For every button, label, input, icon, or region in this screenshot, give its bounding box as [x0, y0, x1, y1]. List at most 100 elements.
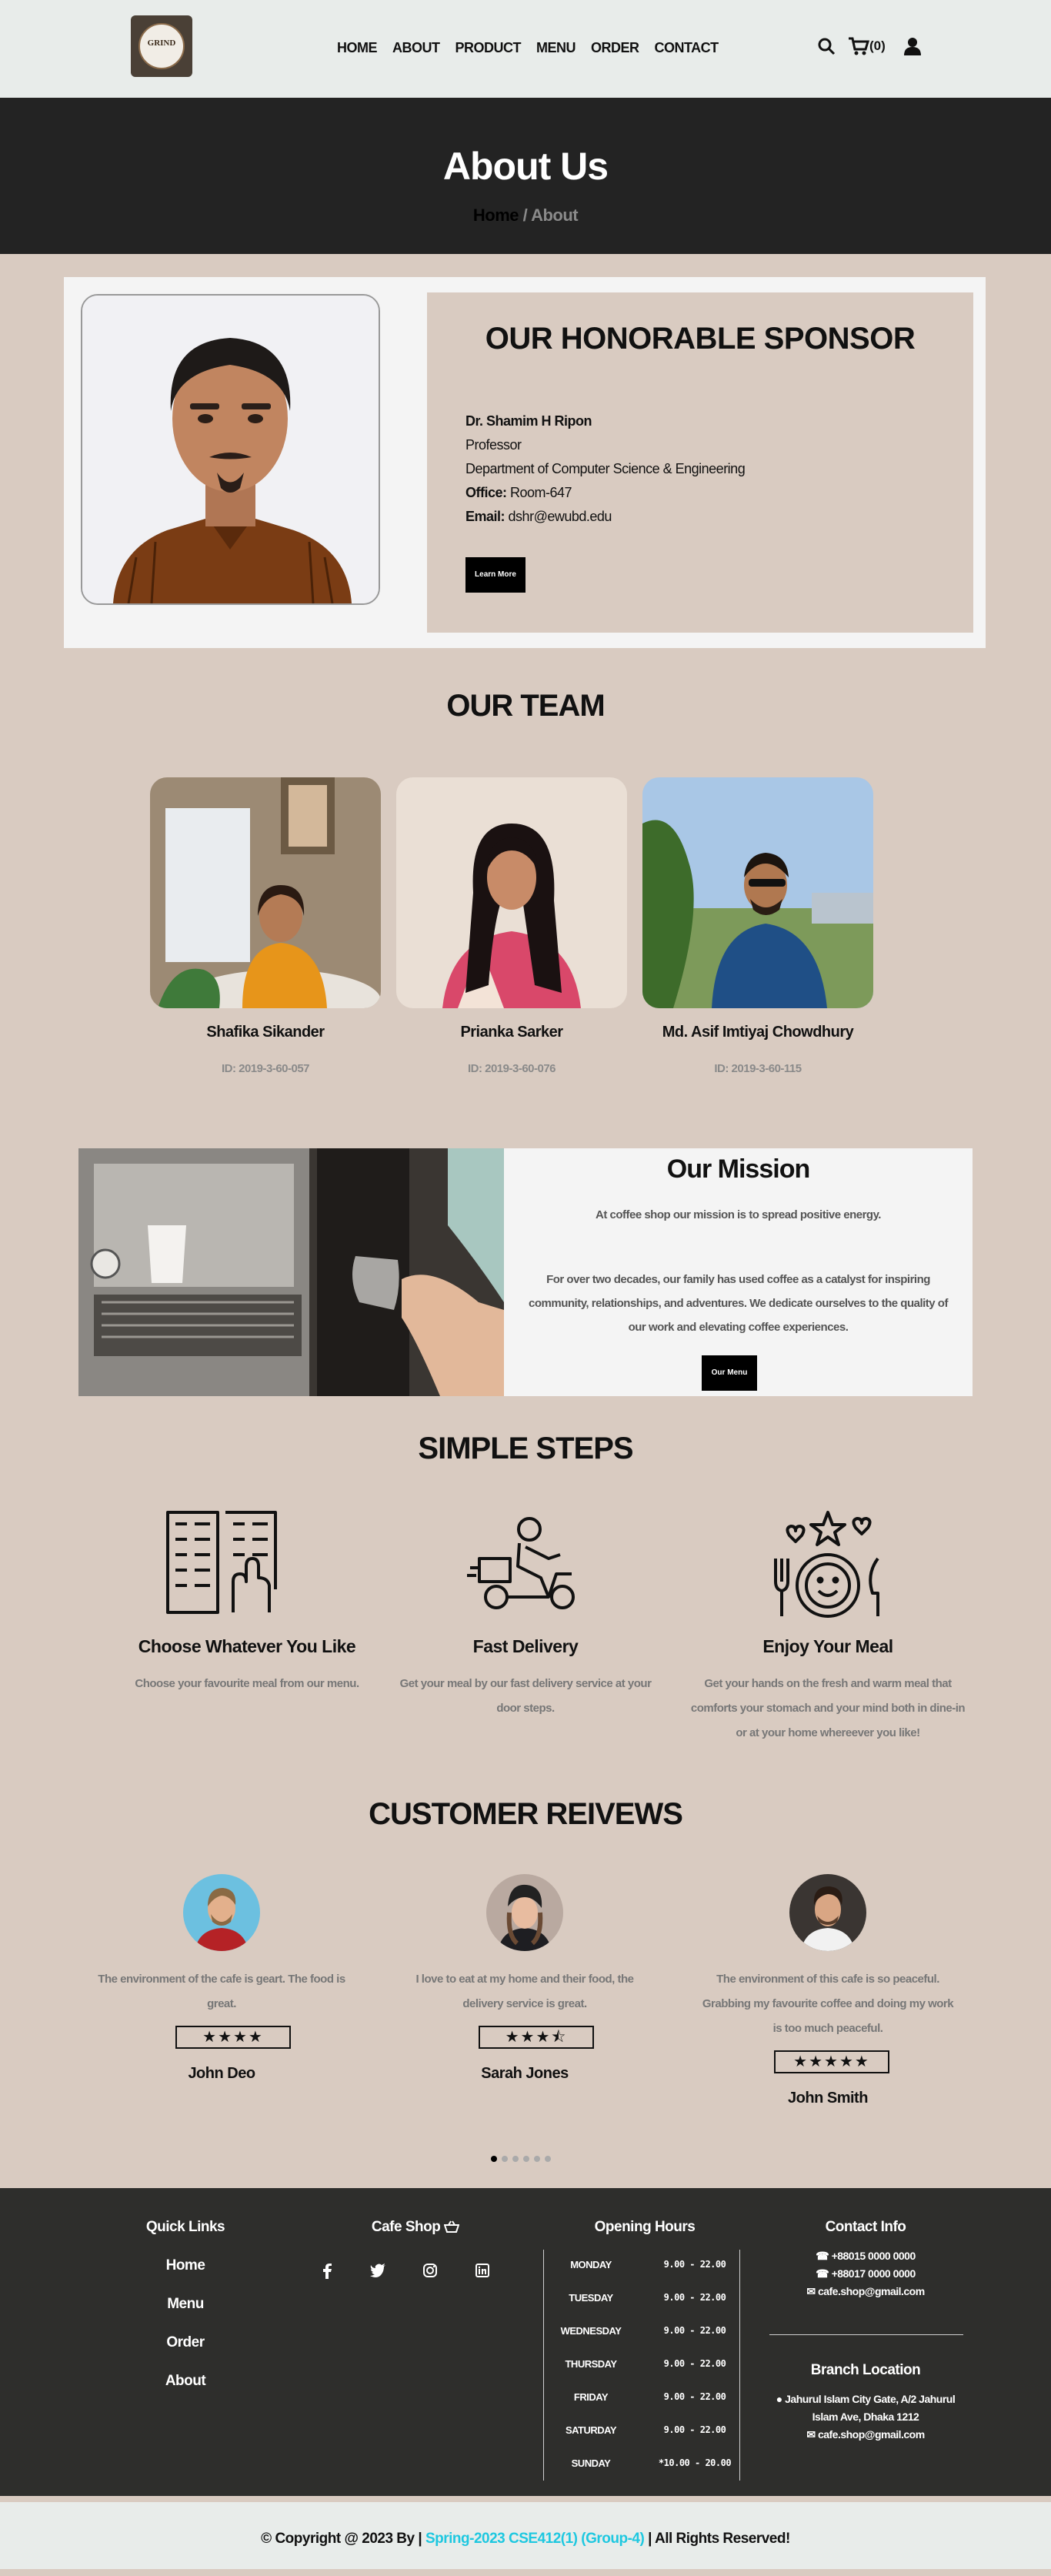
cart-button[interactable]: (0): [848, 37, 886, 55]
mission-heading: Our Mission: [666, 1154, 810, 1184]
nav-about[interactable]: ABOUT: [392, 40, 440, 56]
step-title: Enjoy Your Meal: [762, 1636, 893, 1656]
star-rating: ★★★★★: [774, 2050, 889, 2073]
footer-link-menu[interactable]: Menu: [147, 2296, 224, 2313]
team-photo-1: [150, 777, 381, 1008]
team-member-id: ID: 2019-3-60-057: [221, 1062, 310, 1075]
team-member-name: Md. Asif Imtiyaj Chowdhury: [662, 1024, 854, 1041]
opening-hours-title: Opening Hours: [594, 2219, 696, 2235]
team-heading: OUR TEAM: [446, 689, 605, 723]
nav-order[interactable]: ORDER: [591, 40, 639, 56]
address-line-1-text: Jahurul Islam City Gate, A/2 Jahurul: [785, 2393, 956, 2405]
user-icon[interactable]: [903, 37, 921, 55]
hours-time: 9.00 - 22.00: [663, 2391, 726, 2402]
linkedin-icon[interactable]: [471, 2264, 494, 2281]
breadcrumb: Home / About: [0, 205, 1051, 226]
breadcrumb-home[interactable]: Home: [473, 205, 519, 225]
carousel-dots: [491, 2156, 551, 2162]
step-description: Get your meal by our fast delivery servi…: [399, 1677, 652, 1715]
review-text: The environment of the cafe is geart. Th…: [98, 1973, 345, 2010]
sponsor-name: Dr. Shamim H Ripon: [465, 413, 592, 429]
star-rating: ★★★⯪: [479, 2026, 594, 2049]
breadcrumb-separator: /: [522, 205, 528, 225]
hours-time: *10.00 - 20.00: [658, 2457, 732, 2468]
steps-heading: SIMPLE STEPS: [418, 1432, 633, 1465]
carousel-dot[interactable]: [523, 2156, 529, 2162]
office-label: Office:: [465, 485, 507, 500]
step-title: Fast Delivery: [472, 1636, 579, 1656]
reviewer-avatar: [789, 1874, 866, 1951]
sponsor-card: OUR HONORABLE SPONSOR Dr. Shamim H Ripon…: [427, 292, 973, 633]
reviewer-avatar: [486, 1874, 563, 1951]
copyright-bar: © Copyright @ 2023 By | Spring-2023 CSE4…: [0, 2502, 1051, 2569]
learn-more-button[interactable]: Learn More: [465, 557, 526, 593]
carousel-dot[interactable]: [512, 2156, 519, 2162]
facebook-icon[interactable]: [315, 2264, 339, 2283]
copyright-suffix: | All Rights Reserved!: [648, 2531, 790, 2547]
mission-text: Our Mission At coffee shop our mission i…: [504, 1148, 973, 1396]
footer-divider: [543, 2250, 544, 2481]
carousel-dot[interactable]: [502, 2156, 508, 2162]
cafe-shop-name: Cafe Shop: [371, 2219, 441, 2235]
team-member-id: ID: 2019-3-60-115: [714, 1062, 802, 1075]
branch-location-title: Branch Location: [810, 2362, 921, 2378]
footer-link-about[interactable]: About: [147, 2373, 224, 2390]
cart-count: (0): [869, 38, 886, 53]
enjoy-meal-icon: [774, 1511, 879, 1618]
sponsor-section: OUR HONORABLE SPONSOR Dr. Shamim H Ripon…: [64, 277, 986, 648]
nav-home[interactable]: HOME: [337, 40, 378, 56]
carousel-dot[interactable]: [491, 2156, 497, 2162]
hours-time: 9.00 - 22.00: [663, 2325, 726, 2336]
mission-section: Our Mission At coffee shop our mission i…: [78, 1148, 973, 1396]
contact-info-title: Contact Info: [825, 2219, 906, 2235]
team-photo-3: [642, 777, 873, 1008]
phone-1-text: +88015 0000 0000: [831, 2250, 916, 2262]
nav-contact[interactable]: CONTACT: [655, 40, 719, 56]
phone-1: ☎ +88015 0000 0000: [816, 2250, 916, 2262]
copyright-prefix: © Copyright @ 2023 By |: [261, 2531, 422, 2547]
review-text: The environment of this cafe is so peace…: [702, 1973, 954, 2035]
carousel-dot[interactable]: [545, 2156, 551, 2162]
cafe-logo[interactable]: GRIND: [131, 15, 192, 77]
hours-day: THURSDAY: [565, 2358, 617, 2370]
search-icon[interactable]: [817, 37, 836, 55]
quick-links-title: Quick Links: [145, 2219, 225, 2235]
team-member-id: ID: 2019-3-60-076: [467, 1062, 556, 1075]
star-rating: ★★★★: [175, 2026, 291, 2049]
page-header: About Us Home / About: [0, 98, 1051, 254]
sponsor-heading: OUR HONORABLE SPONSOR: [485, 322, 916, 356]
footer-divider: [739, 2250, 740, 2481]
our-menu-button[interactable]: Our Menu: [702, 1355, 757, 1391]
sponsor-details: Dr. Shamim H Ripon Professor Department …: [465, 409, 746, 529]
email-value: dshr@ewubd.edu: [508, 509, 612, 524]
instagram-icon[interactable]: [419, 2264, 442, 2281]
reviewer-avatar: [183, 1874, 260, 1951]
carousel-dot[interactable]: [534, 2156, 540, 2162]
hours-day: FRIDAY: [573, 2391, 609, 2403]
reviewer-name: John Deo: [188, 2065, 255, 2082]
navbar: GRIND HOME ABOUT PRODUCT MENU ORDER CONT…: [0, 0, 1051, 98]
sponsor-role: Professor: [465, 437, 522, 453]
nav-product[interactable]: PRODUCT: [455, 40, 522, 56]
review-text: I love to eat at my home and their food,…: [415, 1973, 634, 2010]
logo-text: GRIND: [147, 38, 176, 48]
phone-2-text: +88017 0000 0000: [831, 2267, 916, 2280]
footer-link-home[interactable]: Home: [147, 2257, 224, 2274]
hours-time: 9.00 - 22.00: [663, 2259, 726, 2270]
reviewer-name: John Smith: [788, 2090, 868, 2107]
sponsor-office: Office: Room-647: [465, 481, 745, 505]
branch-email: ✉ cafe.shop@gmail.com: [806, 2428, 925, 2441]
breadcrumb-current: About: [531, 205, 579, 225]
address-line-1: ● Jahurul Islam City Gate, A/2 Jahurul: [776, 2393, 956, 2405]
basket-icon: [443, 2220, 460, 2233]
copyright-group[interactable]: Spring-2023 CSE412(1) (Group-4): [425, 2531, 645, 2547]
coffee-machine-photo: [78, 1148, 504, 1396]
sponsor-department: Department of Computer Science & Enginee…: [465, 461, 746, 476]
twitter-icon[interactable]: [366, 2264, 389, 2281]
contact-email-text: cafe.shop@gmail.com: [817, 2285, 925, 2297]
nav-menu[interactable]: MENU: [536, 40, 576, 56]
contact-email: ✉ cafe.shop@gmail.com: [806, 2285, 925, 2297]
footer-link-order[interactable]: Order: [147, 2334, 224, 2351]
hours-day: SATURDAY: [565, 2424, 617, 2436]
team-photo-2: [396, 777, 627, 1008]
